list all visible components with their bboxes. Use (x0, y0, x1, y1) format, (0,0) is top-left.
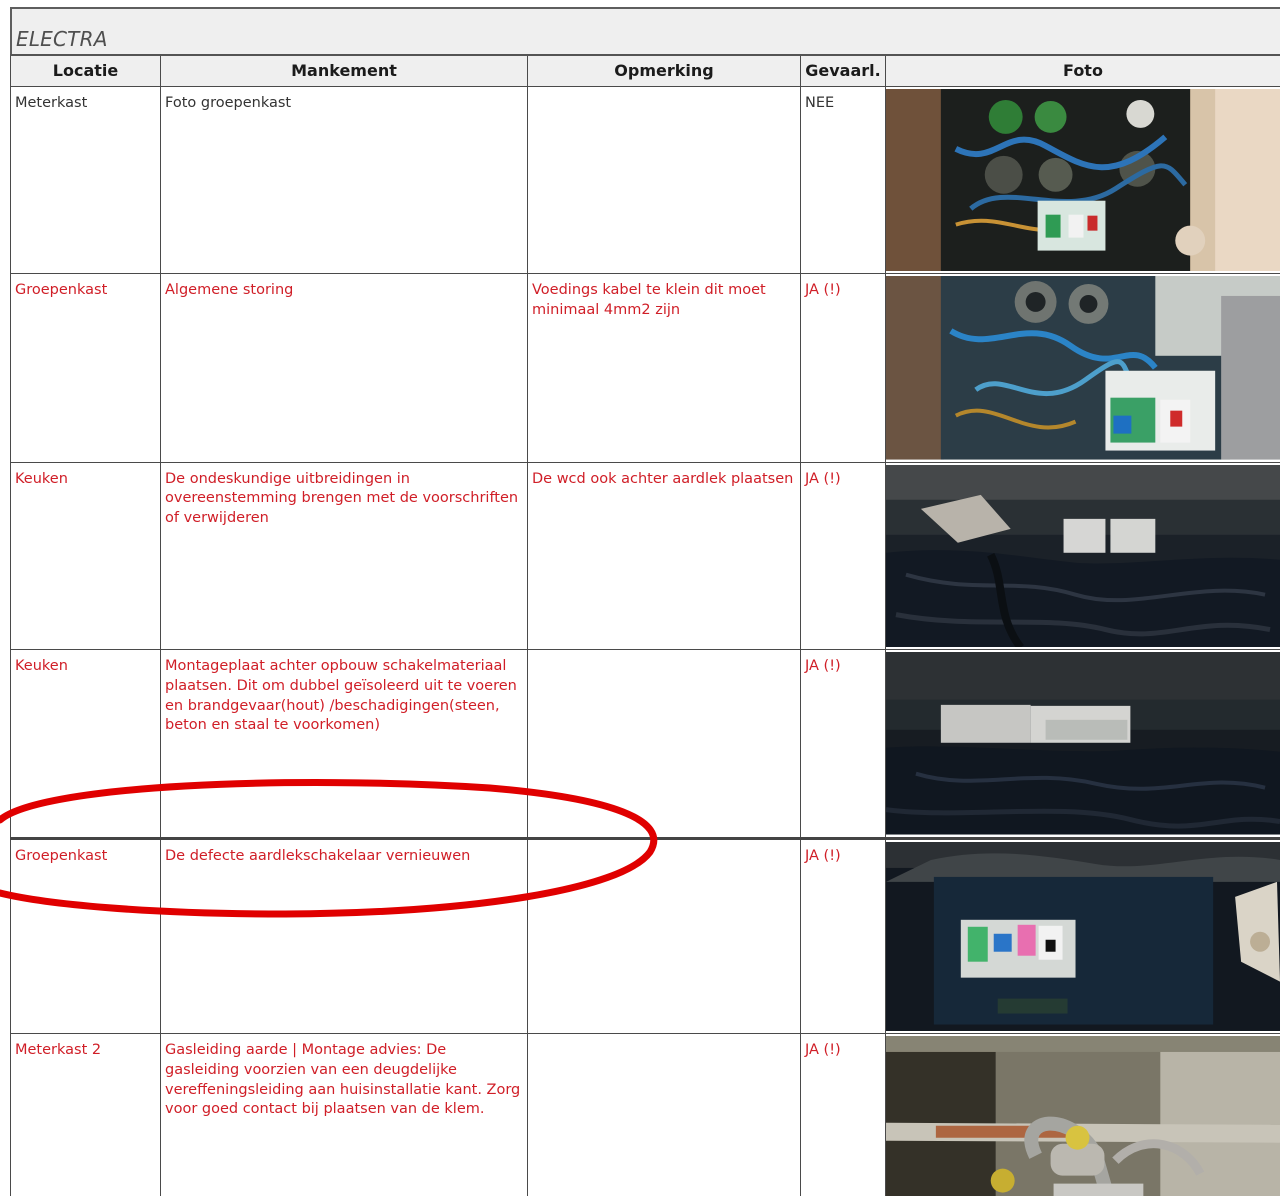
cell-locatie: Keuken (10, 649, 161, 839)
photo-defective-rcd (886, 841, 1280, 1032)
cell-gevaarlijk: NEE (800, 85, 886, 275)
inspection-report-page: ELECTRA Locatie Mankement Opmerking Geva… (0, 0, 1280, 1196)
column-header-foto: Foto (885, 54, 1280, 87)
cell-opmerking (527, 836, 801, 1035)
photo-meter-cabinet-image (886, 88, 1280, 272)
table-row: Groepenkast De defecte aardlekschakelaar… (10, 836, 1280, 1035)
table-row: Meterkast Foto groepenkast NEE (10, 85, 1280, 275)
cell-locatie: Meterkast 2 (10, 1033, 161, 1196)
photo-meter-cabinet (886, 88, 1280, 272)
section-header: ELECTRA (10, 7, 1280, 54)
cell-gevaarlijk: JA (!) (800, 649, 886, 839)
inspection-table: Locatie Mankement Opmerking Gevaarl. Fot… (10, 54, 1280, 1196)
cell-foto (885, 649, 1280, 839)
photo-gas-pipe (886, 1036, 1280, 1196)
cell-mankement: De defecte aardlekschakelaar vernieuwen (160, 836, 528, 1035)
column-header-locatie: Locatie (10, 54, 161, 87)
photo-kitchen-sockets (886, 464, 1280, 648)
table-row: Groepenkast Algemene storing Voedings ka… (10, 273, 1280, 463)
section-title: ELECTRA (16, 27, 108, 51)
cell-locatie: Groepenkast (10, 273, 161, 463)
cell-opmerking (527, 1033, 801, 1196)
cell-foto (885, 836, 1280, 1035)
table-row: Meterkast 2 Gasleiding aarde | Montage a… (10, 1033, 1280, 1196)
cell-locatie: Meterkast (10, 85, 161, 275)
column-header-mankement: Mankement (160, 54, 528, 87)
cell-gevaarlijk: JA (!) (800, 461, 886, 651)
photo-kitchen-sockets-image (886, 464, 1280, 648)
table-header-row: Locatie Mankement Opmerking Gevaarl. Fot… (10, 54, 1280, 87)
cell-foto (885, 85, 1280, 275)
cell-locatie: Keuken (10, 461, 161, 651)
photo-distribution-board-image (886, 276, 1280, 460)
column-header-gevaarlijk: Gevaarl. (800, 54, 886, 87)
cell-locatie: Groepenkast (10, 836, 161, 1035)
photo-gas-pipe-image (886, 1036, 1280, 1196)
cell-mankement: Algemene storing (160, 273, 528, 463)
cell-gevaarlijk: JA (!) (800, 1033, 886, 1196)
cell-mankement: Foto groepenkast (160, 85, 528, 275)
cell-opmerking (527, 85, 801, 275)
cell-gevaarlijk: JA (!) (800, 273, 886, 463)
cell-mankement: De ondeskundige uitbreidingen in overeen… (160, 461, 528, 651)
column-header-opmerking: Opmerking (527, 54, 801, 87)
cell-opmerking: De wcd ook achter aardlek plaatsen (527, 461, 801, 651)
photo-kitchen-mounting-plate-image (886, 652, 1280, 835)
cell-foto (885, 1033, 1280, 1196)
cell-opmerking (527, 649, 801, 839)
cell-mankement: Gasleiding aarde | Montage advies: De ga… (160, 1033, 528, 1196)
cell-foto (885, 273, 1280, 463)
photo-kitchen-mounting-plate (886, 652, 1280, 835)
cell-foto (885, 461, 1280, 651)
cell-mankement: Montageplaat achter opbouw schakelmateri… (160, 649, 528, 839)
table-row: Keuken Montageplaat achter opbouw schake… (10, 649, 1280, 839)
photo-defective-rcd-image (886, 841, 1280, 1032)
cell-gevaarlijk: JA (!) (800, 836, 886, 1035)
table-row: Keuken De ondeskundige uitbreidingen in … (10, 461, 1280, 651)
cell-opmerking: Voedings kabel te klein dit moet minimaa… (527, 273, 801, 463)
photo-distribution-board (886, 276, 1280, 460)
